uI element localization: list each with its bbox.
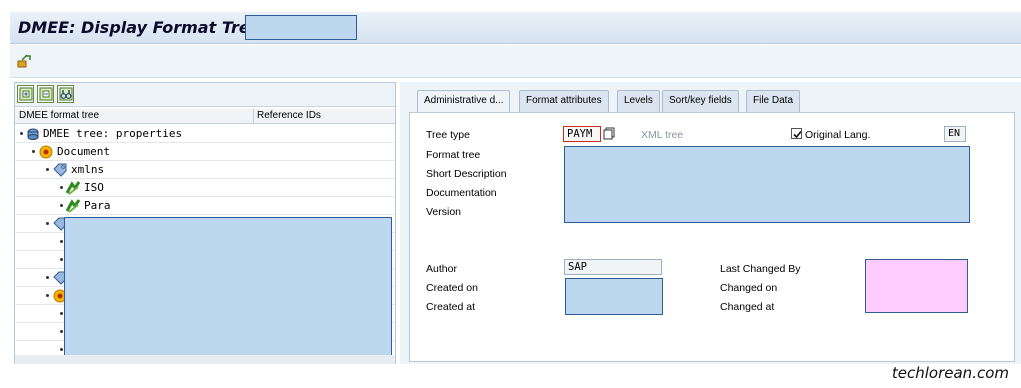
changed-at-label: Changed at (720, 301, 775, 313)
watermark: techlorean.com (891, 364, 1009, 382)
language-field[interactable]: EN (944, 126, 966, 142)
node-bullet (46, 168, 49, 171)
tree-type-field[interactable]: PAYM (563, 126, 601, 142)
column-separator (253, 109, 254, 124)
redacted-changed-by-area (865, 259, 968, 313)
details-panel: Administrative d... Format attributes Le… (400, 82, 1021, 364)
redacted-description-area (564, 146, 970, 223)
tab-administrative-data[interactable]: Administrative d... (417, 90, 511, 113)
original-lang-checkbox[interactable] (791, 128, 802, 139)
tab-file-data[interactable]: File Data (746, 90, 801, 112)
tree-node-label: DMEE tree: properties (43, 127, 183, 140)
tree-column-header: DMEE format tree Reference IDs (15, 109, 395, 124)
expand-subtree-button[interactable] (17, 85, 34, 103)
find-button[interactable] (57, 85, 74, 103)
node-bullet (60, 330, 63, 333)
format-tree-label: Format tree (426, 149, 481, 161)
node-bullet (46, 276, 49, 279)
tree-node-para[interactable]: Para (15, 197, 395, 215)
administrative-data-tab: Tree type PAYM XML tree Original Lang. E… (409, 112, 1015, 362)
tree-type-label: Tree type (426, 129, 470, 141)
version-label: Version (426, 206, 462, 218)
redacted-tree-area (64, 217, 392, 363)
collapse-subtree-button[interactable] (37, 85, 54, 103)
node-bullet (20, 132, 23, 135)
node-bullet (60, 312, 63, 315)
tree-node-properties[interactable]: DMEE tree: properties (15, 125, 395, 143)
green-element-icon (65, 181, 81, 195)
tab-levels[interactable]: Levels (617, 90, 660, 112)
tree-node-label: Document (57, 145, 110, 158)
node-bullet (60, 240, 63, 243)
short-description-label: Short Description (426, 168, 507, 180)
xml-tree-label: XML tree (641, 129, 684, 141)
last-changed-by-label: Last Changed By (720, 263, 801, 275)
created-on-label: Created on (426, 282, 478, 294)
node-bullet (32, 150, 35, 153)
node-bullet (60, 204, 63, 207)
tab-strip: Administrative d... Format attributes Le… (417, 90, 1017, 113)
format-tree-panel: DMEE format tree Reference IDs DMEE tree… (14, 82, 396, 364)
tree-node-iso[interactable]: ISO (15, 179, 395, 197)
changed-on-label: Changed on (720, 282, 778, 294)
column-format-tree[interactable]: DMEE format tree (19, 110, 99, 121)
author-field: SAP (564, 259, 662, 275)
display-change-icon[interactable] (17, 54, 31, 68)
binoculars-icon (59, 87, 73, 101)
title-bar: DMEE: Display Format Tree (10, 12, 1021, 44)
documentation-label: Documentation (426, 187, 497, 199)
tag-icon (53, 163, 67, 177)
tree-node-xmlns[interactable]: xmlns (15, 161, 395, 179)
document-node-icon (39, 145, 53, 159)
tree-properties-icon (26, 127, 40, 141)
tab-format-attributes[interactable]: Format attributes (519, 90, 609, 112)
tree-node-label: ISO (84, 181, 104, 194)
column-reference-ids[interactable]: Reference IDs (257, 110, 321, 121)
tree-toolbar (15, 83, 395, 107)
node-bullet (46, 294, 49, 297)
horizontal-scrollbar[interactable] (15, 355, 395, 364)
value-help-icon[interactable] (603, 127, 616, 140)
original-lang-label: Original Lang. (805, 129, 871, 141)
green-element-icon (65, 199, 81, 213)
node-bullet (60, 348, 63, 351)
tab-sort-key-fields[interactable]: Sort/key fields (662, 90, 739, 112)
window-title: DMEE: Display Format Tree (18, 18, 261, 37)
author-label: Author (426, 263, 457, 275)
created-at-label: Created at (426, 301, 476, 313)
node-bullet (60, 258, 63, 261)
redacted-created-area (565, 278, 663, 315)
node-bullet (46, 222, 49, 225)
node-bullet (60, 186, 63, 189)
tree-node-document[interactable]: Document (15, 143, 395, 161)
application-toolbar (10, 45, 1021, 78)
tree-node-label: xmlns (71, 163, 105, 176)
tree-node-label: Para (84, 199, 111, 212)
redacted-title-box (245, 15, 357, 40)
expand-icon (19, 87, 33, 101)
collapse-icon (39, 87, 53, 101)
